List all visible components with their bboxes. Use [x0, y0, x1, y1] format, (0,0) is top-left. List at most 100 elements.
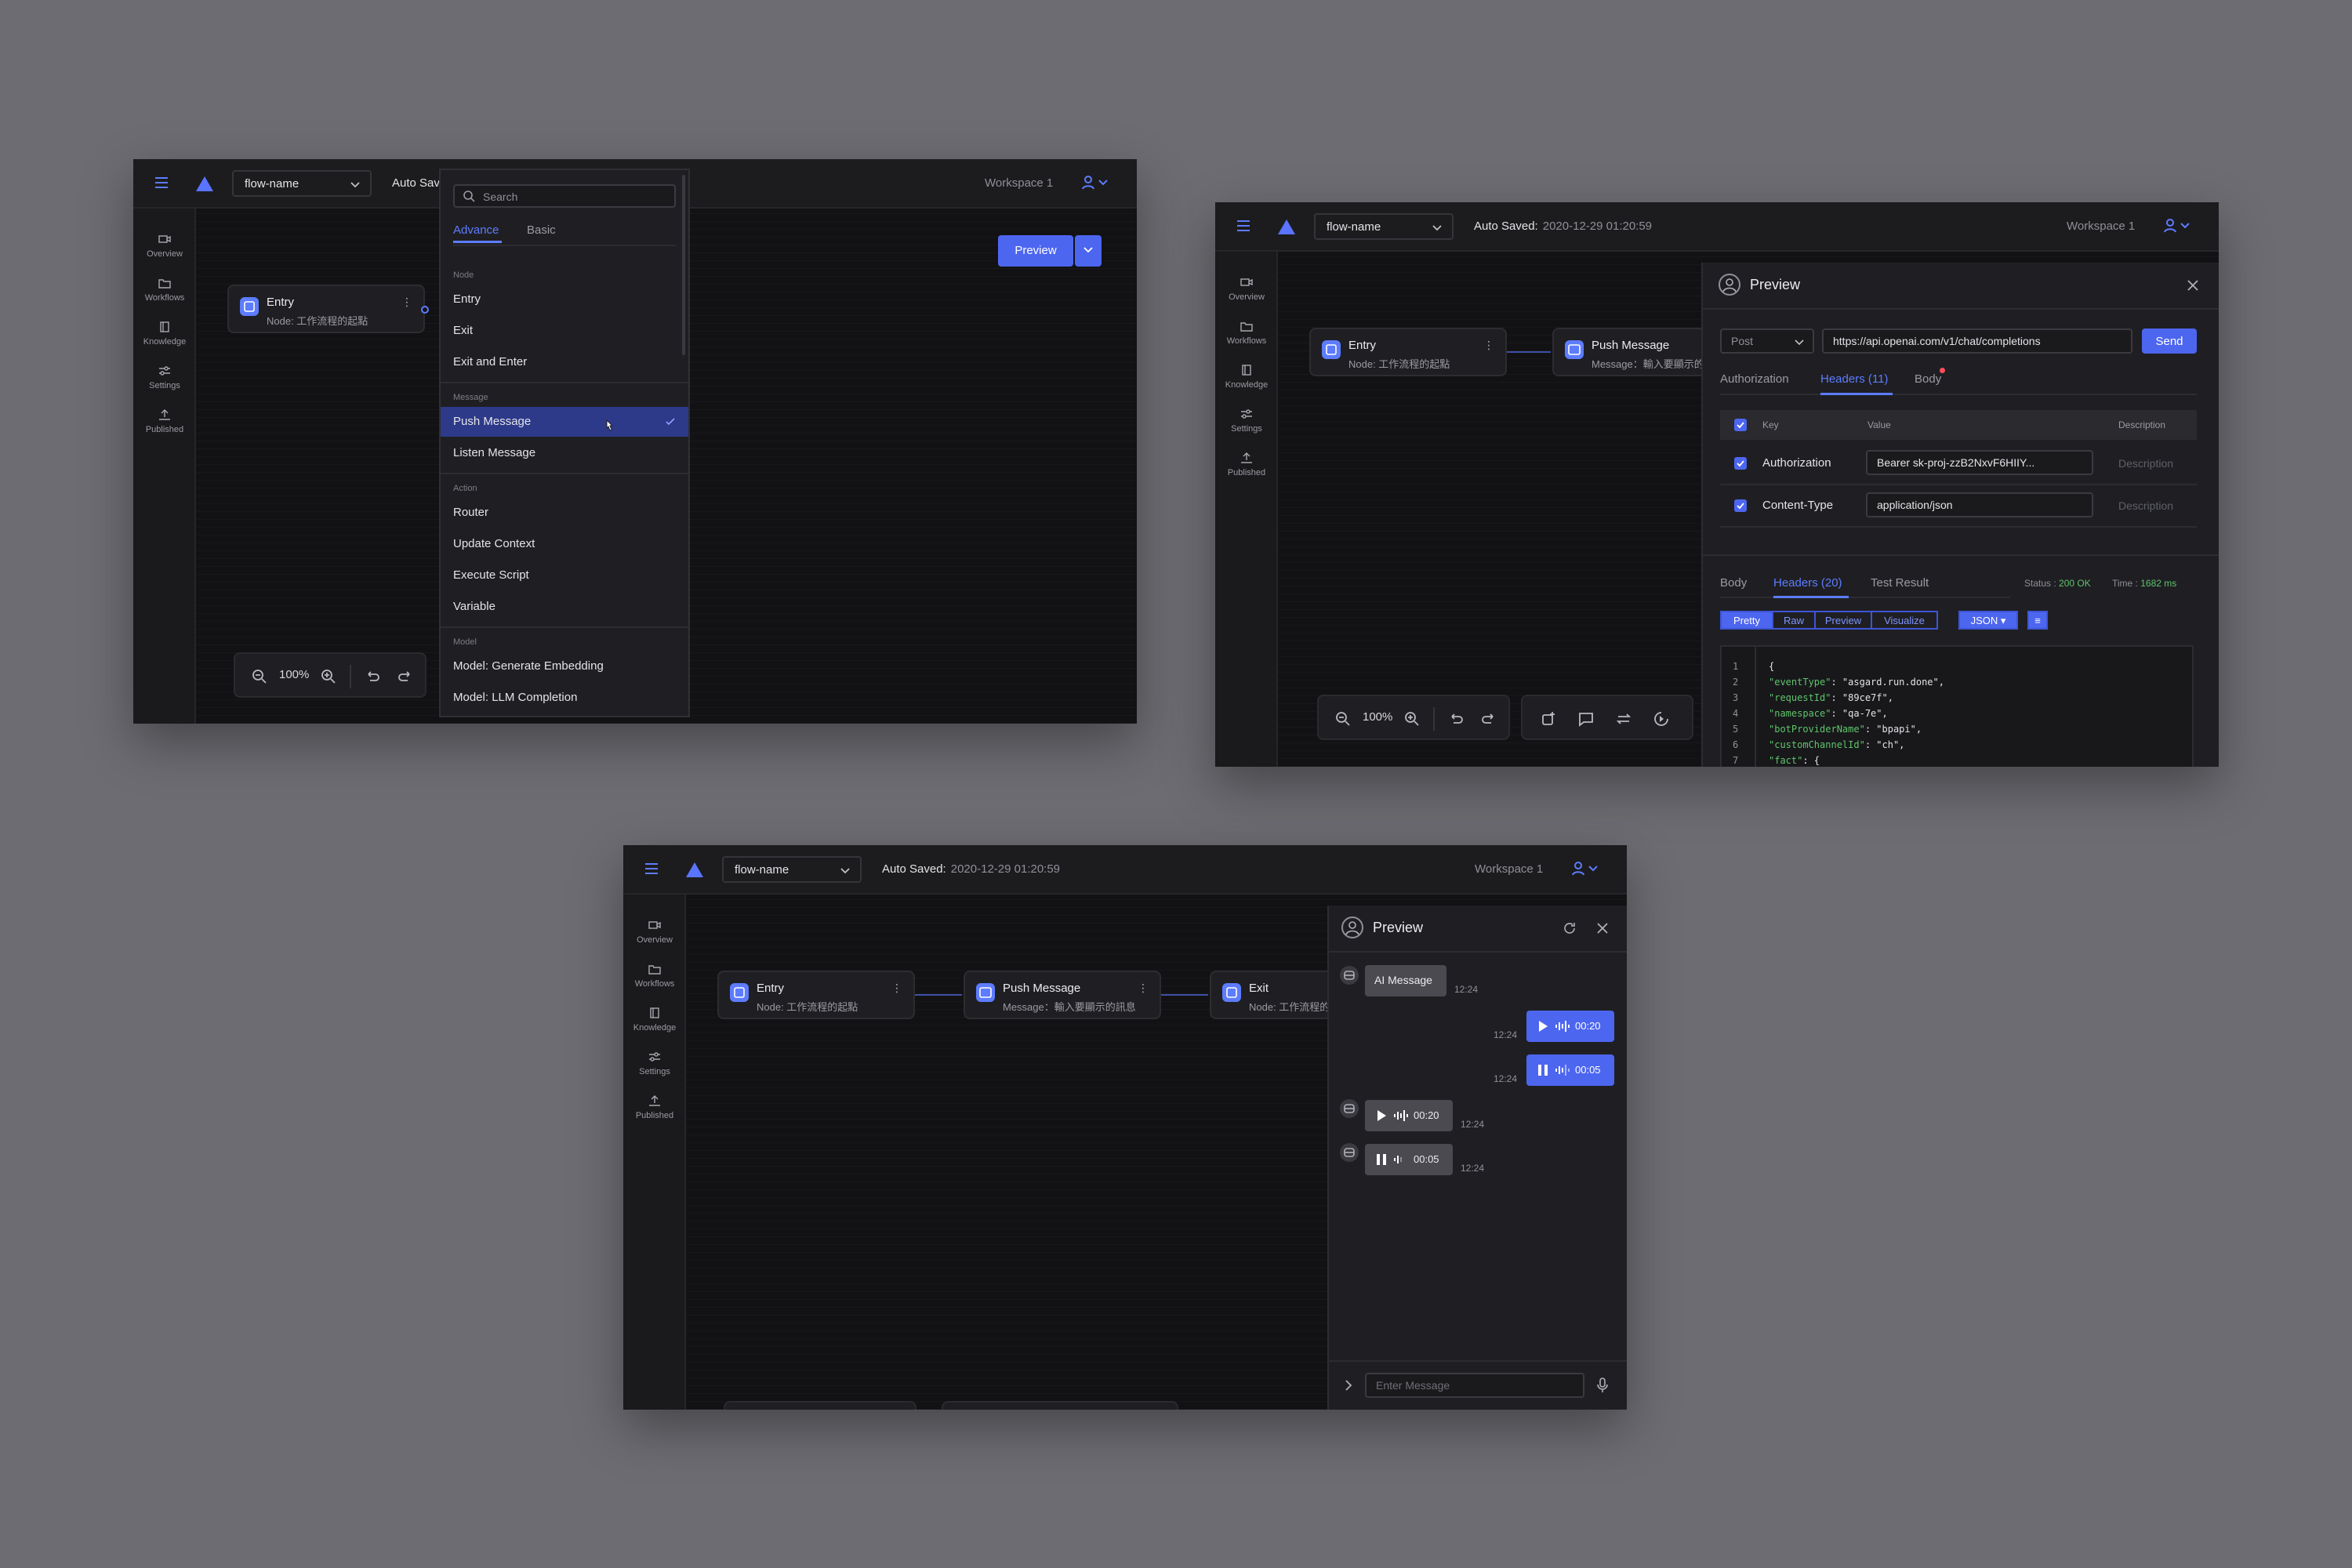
- search-input[interactable]: Search: [453, 184, 676, 208]
- dd-item-router[interactable]: Router: [441, 498, 688, 528]
- chat-voice-message-ai[interactable]: 00:05: [1365, 1144, 1453, 1175]
- send-button[interactable]: Send: [2142, 328, 2197, 354]
- sidebar-item-workflows[interactable]: Workflows: [133, 278, 196, 303]
- close-icon[interactable]: [2186, 278, 2200, 292]
- header-value-input[interactable]: Bearer sk-proj-zzB2NxvF6HIIY...: [1866, 450, 2093, 475]
- tab-basic[interactable]: Basic: [527, 223, 556, 237]
- header-description[interactable]: Description: [2118, 457, 2173, 470]
- sidebar-item-overview[interactable]: Overview: [1215, 277, 1278, 302]
- flow-select[interactable]: flow-name: [1314, 213, 1454, 240]
- row-checkbox[interactable]: [1734, 499, 1747, 512]
- scrollbar[interactable]: [682, 175, 685, 355]
- message-input[interactable]: Enter Message: [1365, 1373, 1584, 1398]
- sidebar-item-overview[interactable]: Overview: [133, 234, 196, 259]
- comment-icon[interactable]: [1577, 710, 1595, 728]
- row-checkbox[interactable]: [1734, 457, 1747, 470]
- wrap-icon[interactable]: ≡: [2027, 611, 2048, 630]
- play-icon[interactable]: [1539, 1021, 1548, 1032]
- pause-icon[interactable]: [1538, 1065, 1548, 1076]
- run-icon[interactable]: [1653, 710, 1670, 728]
- sidebar-item-settings[interactable]: Settings: [1215, 408, 1278, 434]
- user-menu-icon[interactable]: [1572, 861, 1600, 877]
- tab-response-body[interactable]: Body: [1720, 576, 1747, 590]
- dd-item-push-message[interactable]: Push Message: [441, 407, 688, 437]
- response-code-viewer[interactable]: 1 { 2 "eventType": "asgard.run.done", 3 "re…: [1720, 645, 2194, 767]
- chat-voice-message-user[interactable]: 00:05: [1526, 1054, 1614, 1086]
- play-icon[interactable]: [1377, 1110, 1386, 1121]
- more-vertical-icon[interactable]: ⋮: [1138, 982, 1149, 995]
- format-visualize[interactable]: Visualize: [1871, 611, 1938, 630]
- url-input[interactable]: https://api.openai.com/v1/chat/completio…: [1822, 328, 2132, 354]
- tab-authorization[interactable]: Authorization: [1720, 372, 1789, 386]
- user-menu-icon[interactable]: [1082, 175, 1110, 191]
- preview-options-button[interactable]: [1075, 235, 1102, 267]
- undo-icon[interactable]: [364, 668, 381, 685]
- tab-body[interactable]: Body: [1915, 372, 1941, 386]
- refresh-icon[interactable]: [1563, 921, 1577, 935]
- node-output-port[interactable]: [421, 306, 429, 314]
- sidebar-item-published[interactable]: Published: [1215, 452, 1278, 477]
- menu-icon[interactable]: [154, 175, 169, 191]
- sidebar-item-knowledge[interactable]: Knowledge: [133, 321, 196, 347]
- swap-icon[interactable]: [1615, 710, 1632, 728]
- tab-advance[interactable]: Advance: [453, 223, 499, 237]
- dd-item-llm-completion[interactable]: Model: LLM Completion: [441, 683, 688, 713]
- header-key: Content-Type: [1762, 499, 1834, 512]
- node-push-message[interactable]: Push Message Message：輸入要顯示的訊息 ⋮: [964, 971, 1161, 1019]
- preview-button[interactable]: Preview: [998, 235, 1073, 267]
- sidebar-item-workflows[interactable]: Workflows: [623, 964, 686, 989]
- menu-icon[interactable]: [1236, 218, 1251, 234]
- close-icon[interactable]: [1595, 921, 1610, 935]
- redo-icon[interactable]: [397, 668, 414, 685]
- sidebar-item-settings[interactable]: Settings: [133, 365, 196, 390]
- tab-test-result[interactable]: Test Result: [1871, 576, 1929, 590]
- menu-icon[interactable]: [644, 861, 659, 877]
- language-select[interactable]: JSON ▾: [1958, 611, 2018, 630]
- add-node-icon[interactable]: [1540, 710, 1557, 728]
- format-raw[interactable]: Raw: [1772, 611, 1816, 630]
- header-description[interactable]: Description: [2118, 499, 2173, 512]
- zoom-out-icon[interactable]: [1334, 710, 1352, 728]
- dd-item-entry[interactable]: Entry: [441, 285, 688, 314]
- node-entry[interactable]: Entry Node: 工作流程的起點 ⋮: [717, 971, 915, 1019]
- flow-select[interactable]: flow-name: [232, 170, 372, 197]
- sidebar-item-workflows[interactable]: Workflows: [1215, 321, 1278, 346]
- node-entry[interactable]: Entry Node: 工作流程的起點 ⋮: [227, 285, 425, 333]
- more-vertical-icon[interactable]: ⋮: [1483, 339, 1494, 352]
- chat-voice-message-ai[interactable]: 00:20: [1365, 1100, 1453, 1131]
- node-entry[interactable]: Entry Node: 工作流程的起點 ⋮: [1309, 328, 1507, 376]
- dd-item-update-context[interactable]: Update Context: [441, 529, 688, 559]
- tab-headers[interactable]: Headers (11): [1820, 372, 1888, 386]
- format-preview[interactable]: Preview: [1814, 611, 1872, 630]
- chevron-right-icon[interactable]: [1343, 1379, 1354, 1392]
- zoom-out-icon[interactable]: [251, 668, 268, 685]
- select-all-checkbox[interactable]: [1734, 419, 1747, 431]
- pause-icon[interactable]: [1377, 1154, 1386, 1165]
- undo-icon[interactable]: [1447, 710, 1465, 728]
- microphone-icon[interactable]: [1595, 1377, 1610, 1393]
- dd-item-listen-message[interactable]: Listen Message: [441, 438, 688, 468]
- more-vertical-icon[interactable]: ⋮: [401, 296, 412, 309]
- dd-item-variable[interactable]: Variable: [441, 592, 688, 622]
- zoom-in-icon[interactable]: [1403, 710, 1421, 728]
- dd-item-exit[interactable]: Exit: [441, 316, 688, 346]
- more-vertical-icon[interactable]: ⋮: [891, 982, 902, 995]
- redo-icon[interactable]: [1480, 710, 1497, 728]
- chat-voice-message-user[interactable]: 00:20: [1526, 1011, 1614, 1042]
- sidebar-item-knowledge[interactable]: Knowledge: [1215, 365, 1278, 390]
- zoom-in-icon[interactable]: [320, 668, 337, 685]
- sidebar-item-settings[interactable]: Settings: [623, 1051, 686, 1076]
- method-select[interactable]: Post: [1720, 328, 1814, 354]
- flow-select[interactable]: flow-name: [722, 856, 862, 883]
- user-menu-icon[interactable]: [2164, 218, 2192, 234]
- sidebar-item-overview[interactable]: Overview: [623, 920, 686, 945]
- sidebar-item-published[interactable]: Published: [133, 409, 196, 434]
- header-value-input[interactable]: application/json: [1866, 492, 2093, 517]
- format-pretty[interactable]: Pretty: [1720, 611, 1773, 630]
- sidebar-item-published[interactable]: Published: [623, 1095, 686, 1120]
- dd-item-generate-embedding[interactable]: Model: Generate Embedding: [441, 652, 688, 681]
- dd-item-exit-and-enter[interactable]: Exit and Enter: [441, 347, 688, 377]
- dd-item-execute-script[interactable]: Execute Script: [441, 561, 688, 590]
- tab-response-headers[interactable]: Headers (20): [1773, 576, 1842, 590]
- sidebar-item-knowledge[interactable]: Knowledge: [623, 1007, 686, 1033]
